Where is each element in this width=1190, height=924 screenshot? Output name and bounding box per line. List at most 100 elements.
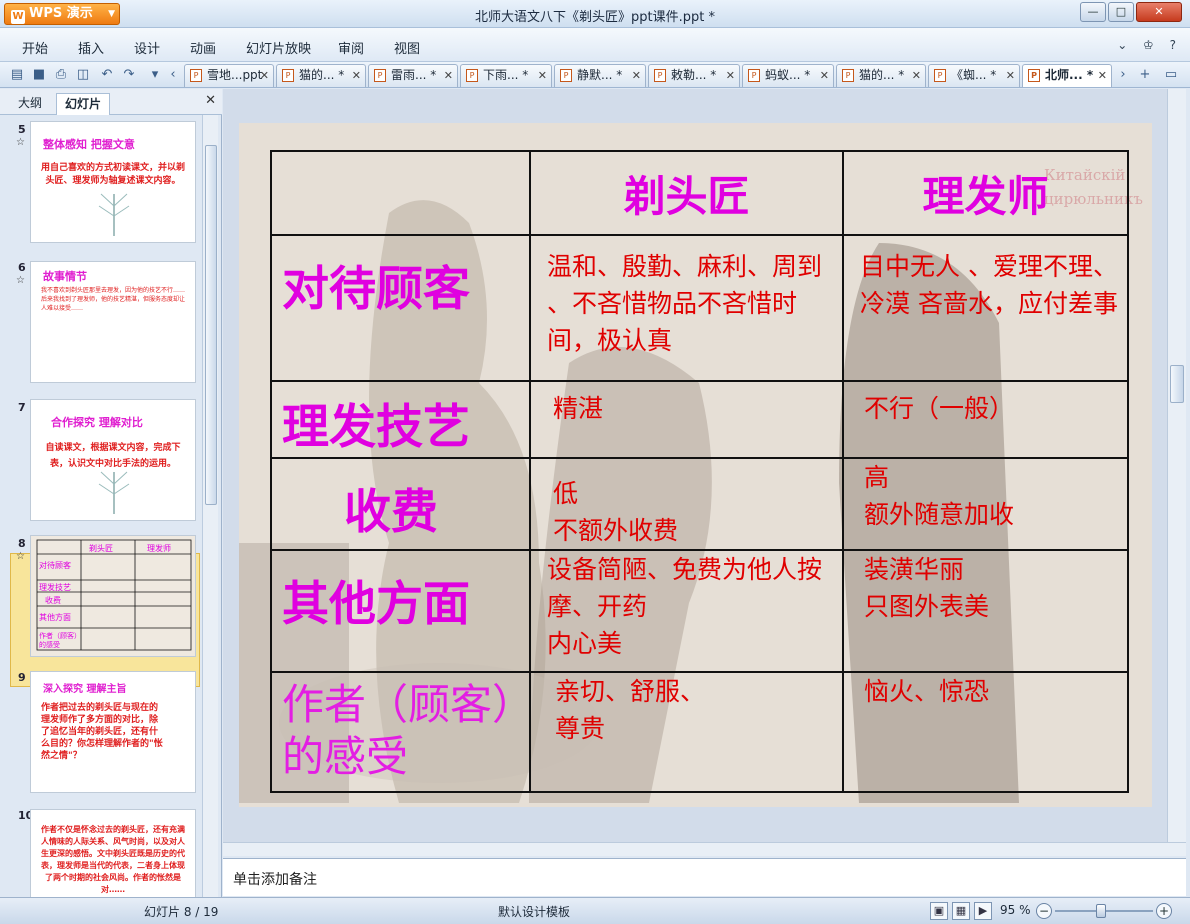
cell-old-fee: 低 不额外收费: [529, 457, 844, 551]
row-label-skill: 理发技艺: [270, 380, 531, 459]
slide-thumbnail-9[interactable]: 深入探究 理解主旨 作者把过去的剃头匠与现在的理发师作了多方面的对比，除了追忆当…: [30, 671, 196, 793]
ppt-doc-icon: P: [748, 69, 760, 82]
tab-slides[interactable]: 幻灯片: [56, 93, 111, 115]
tab-close-icon[interactable]: ✕: [444, 65, 453, 86]
tab-close-icon[interactable]: ✕: [1006, 65, 1015, 86]
cell-old-customer-treatment: 温和、殷勤、麻利、周到 、不吝惜物品不吝惜时间，极认真: [529, 234, 844, 382]
normal-view-icon[interactable]: ▣: [930, 902, 948, 920]
zoom-slider-knob[interactable]: [1096, 904, 1106, 918]
thumbnail-scrollbar[interactable]: [202, 115, 218, 897]
menu-review[interactable]: 审阅: [338, 38, 364, 57]
tab-label: 静默... *: [577, 68, 623, 82]
tab-doc-6[interactable]: P 敕勒... * ✕: [648, 64, 740, 87]
ppt-doc-icon: P: [560, 69, 572, 82]
header-barber-new: 理发师: [842, 150, 1129, 236]
new-tab-icon[interactable]: +: [1136, 66, 1154, 84]
slide-thumbnail-7[interactable]: 合作探究 理解对比 自读课文，根据课文内容，完成下表，认识文中对比手法的运用。: [30, 399, 196, 521]
tab-close-icon[interactable]: ✕: [820, 65, 829, 86]
tabs-scroll-right-icon[interactable]: ›: [1114, 66, 1132, 84]
row-label-customer-treatment: 对待顾客: [270, 234, 531, 382]
cell-old-author-feeling: 亲切、舒服、 尊贵: [529, 671, 844, 793]
tab-doc-9[interactable]: P 《蜘... * ✕: [928, 64, 1020, 87]
slide-number: 8: [18, 537, 26, 550]
scroll-thumb[interactable]: [1170, 365, 1184, 403]
slides-pane: 大纲 幻灯片 ✕ 5 ☆ 整体感知 把握文意 用自己喜欢的方式初读课文，并以剃头…: [0, 89, 222, 897]
print-icon[interactable]: ⎙: [52, 66, 70, 84]
tab-label: 猫的... *: [859, 68, 905, 82]
tab-close-icon[interactable]: ✕: [260, 65, 269, 86]
redo-icon[interactable]: ↷: [120, 66, 138, 84]
customize-dropdown-icon[interactable]: ▾: [146, 66, 164, 84]
tab-close-icon[interactable]: ✕: [632, 65, 641, 86]
slide-thumbnail-5[interactable]: 整体感知 把握文意 用自己喜欢的方式初读课文，并以剃头匠、理发师为轴复述课文内容…: [30, 121, 196, 243]
scroll-thumb[interactable]: [205, 145, 217, 505]
pane-close-icon[interactable]: ✕: [205, 93, 216, 108]
minimize-button[interactable]: —: [1080, 2, 1106, 22]
menu-view[interactable]: 视图: [394, 38, 420, 57]
ppt-doc-icon: P: [374, 69, 386, 82]
undo-icon[interactable]: ↶: [98, 66, 116, 84]
tab-doc-8[interactable]: P 猫的... * ✕: [836, 64, 926, 87]
slide-thumbnail-8-selected[interactable]: 剃头匠 理发师 对待顾客 理发技艺 收费 其他方面 作者（顾客）的感受: [30, 535, 196, 657]
row-label-fee: 收费: [270, 457, 531, 551]
menu-animation[interactable]: 动画: [190, 38, 216, 57]
notes-pane[interactable]: 单击添加备注: [223, 858, 1186, 896]
tab-close-icon[interactable]: ✕: [912, 65, 921, 86]
menu-slideshow[interactable]: 幻灯片放映: [246, 38, 311, 57]
cell-old-other: 设备简陋、免费为他人按摩、开药 内心美: [529, 549, 844, 673]
tab-label: 《蜘... *: [951, 68, 997, 82]
tab-outline[interactable]: 大纲: [10, 93, 50, 115]
row-label-other: 其他方面: [270, 549, 531, 673]
zoom-level[interactable]: 95 %: [1000, 903, 1031, 917]
tab-doc-4[interactable]: P 下雨... * ✕: [460, 64, 552, 87]
slide-vertical-scrollbar[interactable]: [1167, 89, 1186, 842]
tab-label: 蚂蚁... *: [765, 68, 811, 82]
comparison-table[interactable]: 剃头匠 理发师 对待顾客 温和、殷勤、麻利、周到 、不吝惜物品不吝惜时间，极认真…: [270, 150, 1129, 793]
tab-list-icon[interactable]: ▭: [1162, 66, 1180, 84]
slide-canvas[interactable]: Китайскій цирюльникъ 剃头匠 理发师 对待顾客 温和、殷勤、…: [239, 123, 1152, 807]
menu-design[interactable]: 设计: [134, 38, 160, 57]
menu-insert[interactable]: 插入: [78, 38, 104, 57]
animation-star-icon: ☆: [16, 275, 25, 286]
notes-placeholder[interactable]: 单击添加备注: [233, 869, 317, 889]
ppt-doc-icon: P: [282, 69, 294, 82]
slide-horizontal-scrollbar[interactable]: [223, 842, 1186, 856]
tab-doc-7[interactable]: P 蚂蚁... * ✕: [742, 64, 834, 87]
tab-close-icon[interactable]: ✕: [538, 65, 547, 86]
tab-close-icon[interactable]: ✕: [1098, 65, 1107, 86]
template-status[interactable]: 默认设计模板: [498, 903, 570, 920]
maximize-button[interactable]: □: [1108, 2, 1134, 22]
header-barber-old: 剃头匠: [529, 150, 844, 236]
zoom-out-button[interactable]: −: [1036, 903, 1052, 919]
thumb-row-label: 理发技艺: [39, 583, 71, 592]
menu-right-controls[interactable]: ⌄ ♔ ?: [1117, 38, 1182, 52]
cell-new-customer-treatment: 目中无人 、爱理不理、冷漠 吝啬水，应付差事: [842, 234, 1129, 382]
animation-star-icon: ☆: [16, 551, 25, 562]
tabs-scroll-left-icon[interactable]: ‹: [164, 66, 182, 84]
zoom-in-button[interactable]: +: [1156, 903, 1172, 919]
ppt-doc-icon: P: [842, 69, 854, 82]
close-button[interactable]: ✕: [1136, 2, 1182, 22]
save-icon[interactable]: ■: [30, 66, 48, 84]
tree-icon: [98, 471, 130, 514]
table-corner-cell: [270, 150, 531, 236]
thumb-header: 理发师: [147, 544, 171, 553]
cell-new-other: 装潢华丽 只图外表美: [842, 549, 1129, 673]
tab-doc-1[interactable]: P 雪地...ppt ✕: [184, 64, 274, 87]
tab-doc-10-active[interactable]: P 北师... * ✕: [1022, 64, 1112, 87]
slide-thumbnail-6[interactable]: 故事情节 我不喜欢到剃头匠那里去理发，因为他的技艺不行……后来我找到了理发师，他…: [30, 261, 196, 383]
tab-doc-2[interactable]: P 猫的... * ✕: [276, 64, 366, 87]
tab-doc-5[interactable]: P 静默... * ✕: [554, 64, 646, 87]
slide-sorter-view-icon[interactable]: ▦: [952, 902, 970, 920]
slide-thumbnail-10[interactable]: 作者不仅是怀念过去的剃头匠，还有充满人情味的人际关系、风气时尚，以及对人生更深的…: [30, 809, 196, 897]
slideshow-view-icon[interactable]: ▶: [974, 902, 992, 920]
thumb-header: 剃头匠: [89, 544, 113, 553]
tab-close-icon[interactable]: ✕: [352, 65, 361, 86]
tab-close-icon[interactable]: ✕: [726, 65, 735, 86]
tab-doc-3[interactable]: P 雷雨... * ✕: [368, 64, 458, 87]
open-folder-icon[interactable]: ▤: [8, 66, 26, 84]
slide-position-status: 幻灯片 8 / 19: [144, 905, 219, 919]
print-preview-icon[interactable]: ◫: [74, 66, 92, 84]
ppt-doc-icon: P: [190, 69, 202, 82]
menu-home[interactable]: 开始: [22, 38, 48, 57]
